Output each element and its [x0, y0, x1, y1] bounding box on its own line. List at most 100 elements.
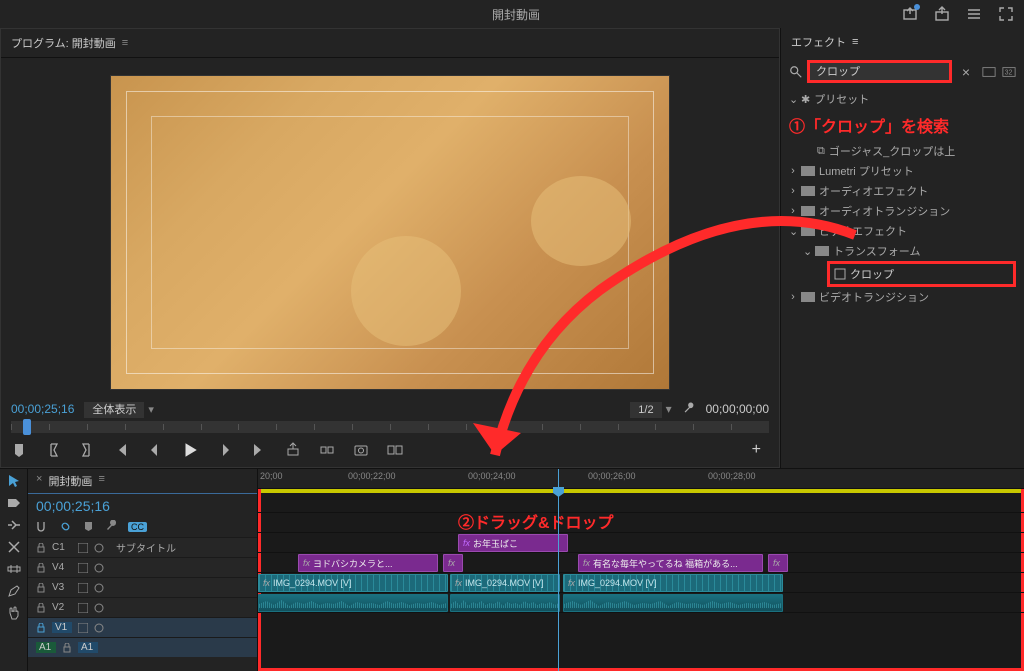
- tree-audio-tr[interactable]: ›オーディオトランジション: [781, 201, 1024, 221]
- program-monitor-wrap: [1, 58, 779, 397]
- transport-bar: +: [1, 435, 779, 467]
- track-v4[interactable]: [258, 513, 1024, 533]
- clip-v1a[interactable]: fxIMG_0294.MOV [V]: [258, 574, 448, 592]
- clear-search-icon[interactable]: ×: [962, 64, 970, 80]
- tree-video-fx[interactable]: ⌄ビデオエフェクト: [781, 221, 1024, 241]
- mark-out-icon[interactable]: [79, 442, 95, 458]
- step-forward-icon[interactable]: [217, 442, 233, 458]
- track-head-v2[interactable]: V2: [28, 597, 257, 617]
- tree-lumetri[interactable]: ›Lumetri プリセット: [781, 161, 1024, 181]
- clip-v2b[interactable]: fx有名な毎年やってるね 福箱がある...: [578, 554, 763, 572]
- button-editor-icon[interactable]: +: [752, 441, 761, 459]
- go-to-out-icon[interactable]: [251, 442, 267, 458]
- timeline-canvas[interactable]: 20;00 00;00;22;00 00;00;24;00 00;00;26;0…: [258, 469, 1024, 671]
- track-select-tool-icon[interactable]: [6, 495, 22, 511]
- program-timecode-current[interactable]: 00;00;25;16: [11, 402, 74, 416]
- sequence-menu-icon[interactable]: ≡: [98, 473, 104, 489]
- safe-margin-inner: [151, 116, 629, 349]
- fullscreen-icon[interactable]: [998, 6, 1014, 22]
- selection-tool-icon[interactable]: [6, 473, 22, 489]
- step-back-icon[interactable]: [147, 442, 163, 458]
- effect-crop-label: クロップ: [850, 266, 894, 282]
- track-head-v4[interactable]: V4: [28, 557, 257, 577]
- effects-search-row: × 32: [781, 56, 1024, 87]
- tree-preset-crop[interactable]: ⧉ゴージャス_クロップは上: [781, 141, 1024, 161]
- clip-v2c[interactable]: fx: [768, 554, 788, 572]
- track-head-c1[interactable]: C1 サブタイトル: [28, 537, 257, 557]
- sequence-tab[interactable]: × 開封動画 ≡: [28, 469, 257, 494]
- tutorial-step-1: ①「クロップ」を検索: [781, 109, 1024, 141]
- workspace-menu-icon[interactable]: [966, 6, 982, 22]
- effects-panel-title: エフェクト: [791, 34, 846, 50]
- share-review-icon[interactable]: [902, 6, 918, 22]
- add-marker-tl-icon[interactable]: [82, 520, 95, 533]
- program-panel-title: プログラム: 開封動画: [11, 35, 116, 51]
- track-v3[interactable]: fxお年玉ばこ: [258, 533, 1024, 553]
- pen-tool-icon[interactable]: [6, 583, 22, 599]
- go-to-in-icon[interactable]: [113, 442, 129, 458]
- timeline-options: CC: [28, 518, 257, 537]
- track-v2[interactable]: fxヨドバシカメラと... fx fx有名な毎年やってるね 福箱がある... f…: [258, 553, 1024, 573]
- track-a1[interactable]: [258, 593, 1024, 613]
- settings-tl-icon[interactable]: [105, 520, 118, 533]
- timeline-ruler[interactable]: 20;00 00;00;22;00 00;00;24;00 00;00;26;0…: [258, 469, 1024, 489]
- razor-tool-icon[interactable]: [6, 539, 22, 555]
- captions-badge[interactable]: CC: [128, 522, 147, 532]
- effects-panel-tab[interactable]: エフェクト ≡: [781, 28, 1024, 56]
- track-head-v3[interactable]: V3: [28, 577, 257, 597]
- accelerated-effects-icon[interactable]: [982, 66, 996, 78]
- clip-v2gap[interactable]: fx: [443, 554, 463, 572]
- lift-icon[interactable]: [285, 442, 301, 458]
- clip-a1c[interactable]: [563, 594, 783, 612]
- effects-panel: エフェクト ≡ × 32 ⌄✱プリセット ①「クロップ」を検索 ⧉ゴージャス_ク…: [780, 28, 1024, 468]
- track-head-v1[interactable]: V1: [28, 617, 257, 637]
- extract-icon[interactable]: [319, 442, 335, 458]
- effects-search-box[interactable]: [807, 60, 952, 83]
- ruler-tick: 00;00;28;00: [708, 471, 756, 481]
- ripple-edit-tool-icon[interactable]: [6, 517, 22, 533]
- export-icon[interactable]: [934, 6, 950, 22]
- clip-v1c[interactable]: fxIMG_0294.MOV [V]: [563, 574, 783, 592]
- effects-tree: ⌄✱プリセット ①「クロップ」を検索 ⧉ゴージャス_クロップは上 ›Lumetr…: [781, 87, 1024, 309]
- tree-video-tr[interactable]: ›ビデオトランジション: [781, 287, 1024, 307]
- linked-selection-icon[interactable]: [59, 520, 72, 533]
- program-monitor[interactable]: [110, 75, 670, 390]
- tree-transform[interactable]: ⌄トランスフォーム: [781, 241, 1024, 261]
- ruler-tick: 00;00;26;00: [588, 471, 636, 481]
- comparison-view-icon[interactable]: [387, 442, 403, 458]
- ruler-tick: 00;00;22;00: [348, 471, 396, 481]
- clip-v1b[interactable]: fxIMG_0294.MOV [V]: [450, 574, 560, 592]
- 32bit-effects-icon[interactable]: 32: [1002, 66, 1016, 78]
- clip-v2a[interactable]: fxヨドバシカメラと...: [298, 554, 438, 572]
- program-panel-tab[interactable]: プログラム: 開封動画 ≡: [1, 29, 779, 58]
- clip-a1b[interactable]: [450, 594, 560, 612]
- program-panel-menu-icon[interactable]: ≡: [122, 37, 128, 49]
- hand-tool-icon[interactable]: [6, 605, 22, 621]
- effects-panel-menu-icon[interactable]: ≡: [852, 36, 858, 48]
- tree-audio-fx[interactable]: ›オーディオエフェクト: [781, 181, 1024, 201]
- timeline-timecode[interactable]: 00;00;25;16: [28, 494, 257, 518]
- zoom-level-select[interactable]: 全体表示▾: [84, 401, 154, 417]
- track-c1[interactable]: [258, 493, 1024, 513]
- export-frame-icon[interactable]: [353, 442, 369, 458]
- settings-wrench-icon[interactable]: [682, 402, 696, 416]
- playhead[interactable]: [558, 469, 559, 671]
- clip-v3a[interactable]: fxお年玉ばこ: [458, 534, 568, 552]
- effect-crop[interactable]: クロップ: [827, 261, 1016, 287]
- track-head-a1[interactable]: A1 A1: [28, 637, 257, 657]
- effects-search-input[interactable]: [816, 65, 943, 77]
- tree-presets[interactable]: ⌄✱プリセット: [781, 89, 1024, 109]
- main-area: プログラム: 開封動画 ≡ 00;00;25;16 全体表示▾ 1/2▾ 00;…: [0, 28, 1024, 468]
- program-timecode-duration: 00;00;00;00: [706, 402, 769, 416]
- slip-tool-icon[interactable]: [6, 561, 22, 577]
- clip-a1a[interactable]: [258, 594, 448, 612]
- mark-in-icon[interactable]: [45, 442, 61, 458]
- scrubber-handle[interactable]: [23, 419, 31, 435]
- snap-icon[interactable]: [36, 520, 49, 533]
- svg-text:32: 32: [1005, 69, 1013, 76]
- playback-resolution-select[interactable]: 1/2▾: [630, 402, 671, 416]
- program-scrubber[interactable]: [11, 421, 769, 433]
- track-v1[interactable]: fxIMG_0294.MOV [V] fxIMG_0294.MOV [V] fx…: [258, 573, 1024, 593]
- add-marker-icon[interactable]: [11, 442, 27, 458]
- play-button[interactable]: [181, 441, 199, 459]
